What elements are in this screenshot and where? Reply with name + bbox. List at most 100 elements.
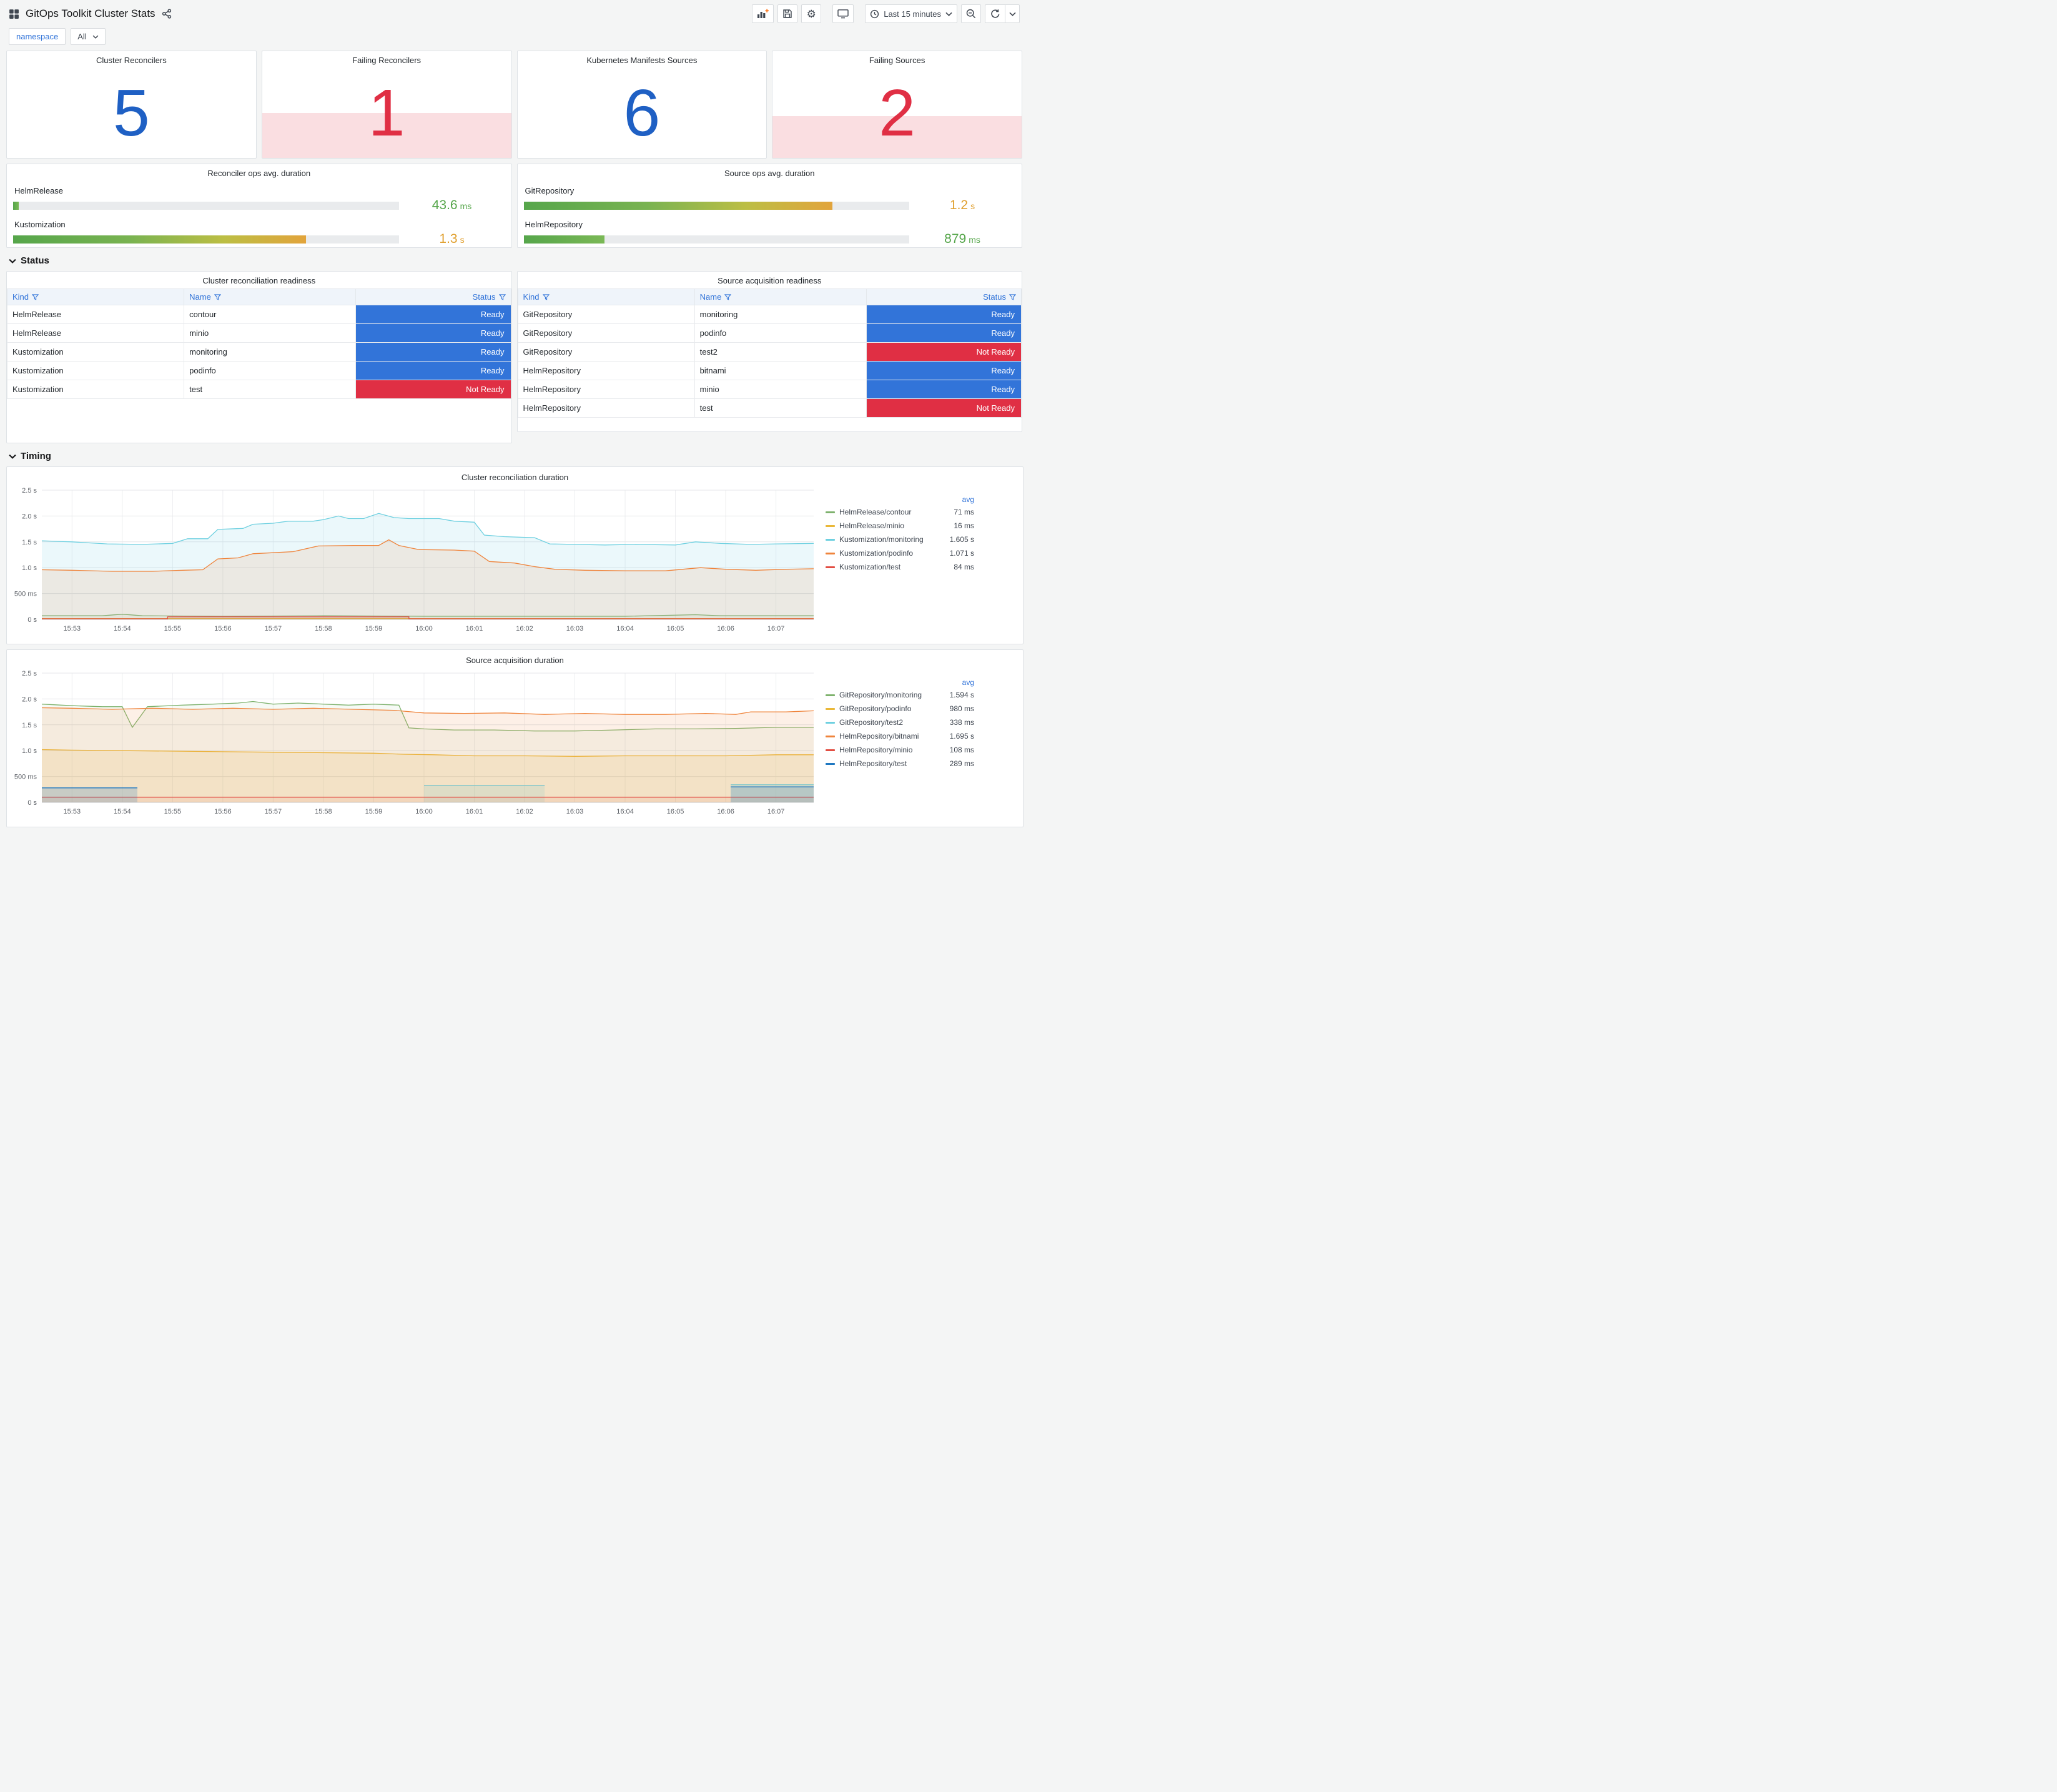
chevron-down-icon [945, 12, 952, 16]
x-axis-label: 16:06 [717, 625, 734, 633]
legend-header-avg[interactable]: avg [826, 678, 974, 687]
gauge-row: HelmRelease 43.6 ms [13, 186, 505, 213]
x-axis-label: 15:55 [164, 625, 182, 633]
dashboard-grid-icon[interactable] [9, 9, 19, 19]
panel-title[interactable]: Failing Reconcilers [262, 51, 511, 68]
add-panel-button[interactable] [752, 4, 774, 23]
panel-title[interactable]: Kubernetes Manifests Sources [518, 51, 767, 68]
legend-series-name[interactable]: Kustomization/test [839, 563, 949, 571]
refresh-button-group [985, 4, 1020, 23]
gauge-value: 879 ms [944, 232, 980, 246]
variable-label: namespace [9, 28, 66, 45]
gear-icon: ⚙ [806, 7, 816, 20]
name-cell: test2 [694, 342, 867, 362]
filter-icon[interactable] [542, 293, 550, 300]
column-header-kind[interactable]: Kind [517, 288, 695, 305]
filter-icon[interactable] [498, 293, 506, 300]
column-header-name[interactable]: Name [184, 288, 357, 305]
x-axis-label: 15:57 [265, 808, 282, 815]
filter-icon[interactable] [1009, 293, 1016, 300]
legend-series-name[interactable]: HelmRelease/contour [839, 508, 949, 516]
gauge-track [523, 201, 909, 210]
series-fill [42, 707, 814, 802]
page-title: GitOps Toolkit Cluster Stats [26, 7, 155, 19]
cycle-view-mode-button[interactable] [832, 4, 854, 23]
kind-cell: Kustomization [6, 380, 185, 399]
x-axis-label: 16:06 [717, 808, 734, 815]
column-header-name[interactable]: Name [694, 288, 867, 305]
legend-series-name[interactable]: GitRepository/test2 [839, 718, 945, 727]
dashboard-settings-button[interactable]: ⚙ [801, 4, 822, 23]
series-color-swatch [826, 707, 835, 710]
table-row: HelmRelease minio Ready [6, 323, 511, 343]
legend-series-name[interactable]: HelmRepository/test [839, 759, 945, 768]
panel-title[interactable]: Cluster reconciliation readiness [7, 272, 511, 288]
section-title: Status [21, 255, 49, 266]
filter-icon[interactable] [214, 293, 221, 300]
column-header-status[interactable]: Status [866, 288, 1022, 305]
legend-avg-value: 1.071 s [949, 549, 974, 558]
kind-cell: HelmRelease [6, 323, 185, 343]
panel-title[interactable]: Cluster Reconcilers [7, 51, 256, 68]
x-axis-label: 16:01 [466, 808, 483, 815]
variable-value-dropdown[interactable]: All [71, 28, 106, 45]
x-axis-label: 16:03 [566, 808, 584, 815]
legend-avg-value: 1.605 s [949, 535, 974, 544]
x-axis-label: 16:00 [415, 808, 433, 815]
y-axis-label: 1.5 s [22, 722, 37, 729]
panel-title[interactable]: Source ops avg. duration [524, 164, 1016, 181]
y-axis-label: 2.5 s [22, 670, 37, 677]
name-cell: podinfo [694, 323, 867, 343]
y-axis-label: 2.5 s [22, 487, 37, 495]
panel-title[interactable]: Cluster reconciliation duration [12, 468, 1018, 485]
legend-avg-value: 289 ms [949, 759, 974, 768]
column-header-kind[interactable]: Kind [6, 288, 185, 305]
y-axis-label: 1.0 s [22, 747, 37, 755]
panel-title[interactable]: Reconciler ops avg. duration [13, 164, 505, 181]
gauge-label: HelmRepository [525, 220, 583, 229]
kind-cell: Kustomization [6, 342, 185, 362]
legend-series-name[interactable]: GitRepository/podinfo [839, 704, 945, 713]
status-cell: Ready [866, 380, 1022, 399]
legend-series-name[interactable]: HelmRelease/minio [839, 521, 949, 530]
legend-item: Kustomization/monitoring 1.605 s [826, 533, 974, 546]
stat-panel: Cluster Reconcilers 5 [6, 51, 257, 159]
filter-icon[interactable] [724, 293, 732, 300]
panel-title[interactable]: Failing Sources [772, 51, 1022, 68]
chevron-down-icon [9, 258, 16, 263]
series-color-swatch [826, 721, 835, 724]
table-row: HelmRepository test Not Ready [517, 398, 1022, 418]
legend-series-name[interactable]: GitRepository/monitoring [839, 691, 945, 699]
x-axis-label: 16:02 [516, 625, 533, 633]
save-dashboard-button[interactable] [777, 4, 798, 23]
status-cell: Not Ready [866, 398, 1022, 418]
refresh-interval-dropdown[interactable] [1005, 4, 1020, 23]
legend-series-name[interactable]: HelmRepository/minio [839, 746, 945, 754]
name-cell: contour [184, 305, 357, 324]
time-range-picker[interactable]: Last 15 minutes [865, 4, 957, 23]
legend-header-avg[interactable]: avg [826, 495, 974, 504]
section-status[interactable]: Status [9, 255, 1020, 266]
panel-title[interactable]: Source acquisition readiness [518, 272, 1022, 288]
chart-legend: avg HelmRelease/contour 71 ms HelmRelease/… [818, 485, 1018, 639]
column-header-status[interactable]: Status [355, 288, 511, 305]
series-color-swatch [826, 511, 835, 513]
chart-legend: avg GitRepository/monitoring 1.594 s GitRe… [818, 668, 1018, 822]
refresh-icon [990, 9, 1000, 19]
table-row: HelmRepository minio Ready [517, 380, 1022, 399]
x-axis-label: 15:53 [64, 808, 81, 815]
legend-series-name[interactable]: Kustomization/monitoring [839, 535, 945, 544]
legend-series-name[interactable]: Kustomization/podinfo [839, 549, 945, 558]
zoom-out-button[interactable] [961, 4, 981, 23]
filter-icon[interactable] [32, 293, 39, 300]
chart-plot-area: 0 s 500 ms 1.0 s 1.5 s 2.0 s 2.5 s 15:53 15:54 1… [12, 668, 818, 822]
refresh-button[interactable] [985, 4, 1005, 23]
x-axis-label: 16:00 [415, 625, 433, 633]
legend-series-name[interactable]: HelmRepository/bitnami [839, 732, 945, 741]
legend-avg-value: 980 ms [949, 704, 974, 713]
section-timing[interactable]: Timing [9, 451, 1020, 461]
share-icon[interactable] [162, 9, 172, 19]
panel-title[interactable]: Source acquisition duration [12, 651, 1018, 668]
gauge-rows: HelmRelease 43.6 ms Kustomization 1.3 s [13, 181, 505, 247]
zoom-out-icon [966, 9, 976, 19]
